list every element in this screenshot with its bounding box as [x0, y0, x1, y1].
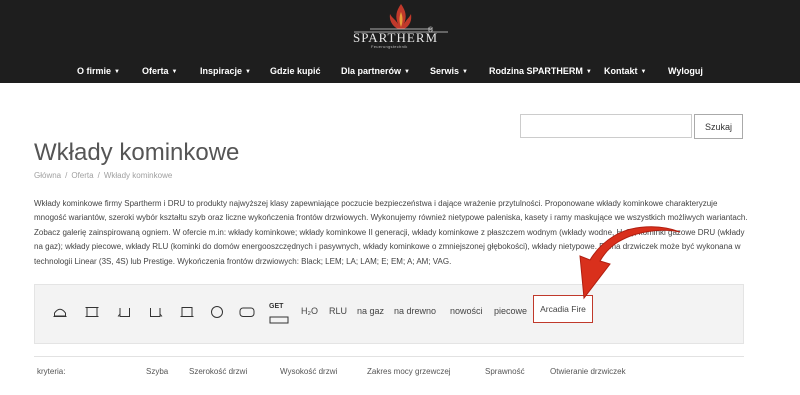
annotation-arrow-icon: [579, 226, 681, 300]
caret-down-icon: ▼: [585, 69, 592, 75]
criteria-otwieranie-drzwiczek[interactable]: Otwieranie drzwiczek: [550, 367, 626, 376]
breadcrumb-oferta[interactable]: Oferta: [71, 171, 93, 180]
criteria-szerokosc-drzwi[interactable]: Szerokość drzwi: [189, 367, 247, 376]
front-glass-icon[interactable]: [85, 305, 99, 319]
filter-na-drewno[interactable]: na drewno: [394, 306, 436, 316]
divider: [34, 356, 744, 357]
brand-tagline: Feuerungstechnik: [371, 44, 408, 49]
nav-item-inspiracje[interactable]: Inspiracje ▼: [200, 66, 251, 76]
main-nav: O firmie ▼ Oferta ▼ Inspiracje ▼ Gdzie kupi…: [0, 66, 800, 78]
criteria-wysokosc-drzwi[interactable]: Wysokość drzwi: [280, 367, 337, 376]
round-glass-icon[interactable]: [210, 305, 224, 319]
three-sided-glass-icon[interactable]: [180, 305, 194, 319]
search-button[interactable]: Szukaj: [694, 114, 743, 139]
panorama-glass-icon[interactable]: [239, 305, 255, 319]
caret-down-icon: ▼: [404, 69, 410, 75]
criteria-szyba[interactable]: Szyba: [146, 367, 168, 376]
nav-item-kontakt[interactable]: Kontakt ▼: [604, 66, 646, 76]
arch-glass-icon[interactable]: [53, 305, 67, 319]
search-input[interactable]: [520, 114, 692, 138]
filter-h2o[interactable]: H₂O: [301, 306, 318, 316]
nav-item-gdzie-kupic[interactable]: Gdzie kupić: [270, 66, 321, 76]
nav-item-oferta[interactable]: Oferta ▼: [142, 66, 177, 76]
get-icon[interactable]: GET: [269, 303, 289, 324]
caret-down-icon: ▼: [171, 69, 178, 75]
nav-item-o-firmie[interactable]: O firmie ▼: [77, 66, 120, 76]
filter-piecowe[interactable]: piecowe: [494, 306, 527, 316]
corner-right-glass-icon[interactable]: [149, 305, 163, 319]
filter-nowosci[interactable]: nowości: [450, 306, 483, 316]
page-title: Wkłady kominkowe: [34, 139, 240, 166]
nav-item-dla-partnerow[interactable]: Dla partnerów ▼: [341, 66, 410, 76]
nav-item-serwis[interactable]: Serwis ▼: [430, 66, 468, 76]
caret-down-icon: ▼: [640, 69, 647, 75]
breadcrumb-current: Wkłady kominkowe: [103, 171, 173, 180]
corner-left-glass-icon[interactable]: [117, 305, 131, 319]
breadcrumb-separator: /: [65, 171, 68, 180]
nav-item-rodzina-spartherm[interactable]: Rodzina SPARTHERM ▼: [489, 66, 592, 76]
get-label: GET: [269, 303, 284, 310]
criteria-zakres-mocy[interactable]: Zakres mocy grzewczej: [367, 367, 451, 376]
registered-mark: ®: [428, 27, 434, 34]
nav-item-wyloguj[interactable]: Wyloguj: [668, 66, 703, 76]
breadcrumb-separator: /: [97, 171, 100, 180]
caret-down-icon: ▼: [245, 69, 251, 75]
filter-na-gaz[interactable]: na gaz: [357, 306, 384, 316]
top-bar: SPARTHERM ® Feuerungstechnik O firmie ▼ O…: [0, 0, 800, 83]
criteria-label: kryteria:: [37, 367, 66, 376]
filter-rlu[interactable]: RLU: [329, 306, 347, 316]
criteria-sprawnosc[interactable]: Sprawność: [485, 367, 525, 376]
caret-down-icon: ▼: [114, 69, 120, 75]
breadcrumb-home[interactable]: Główna: [34, 171, 61, 180]
breadcrumb: Główna / Oferta / Wkłady kominkowe: [34, 171, 172, 180]
get-glass-icon: [269, 316, 289, 324]
caret-down-icon: ▼: [462, 69, 468, 75]
